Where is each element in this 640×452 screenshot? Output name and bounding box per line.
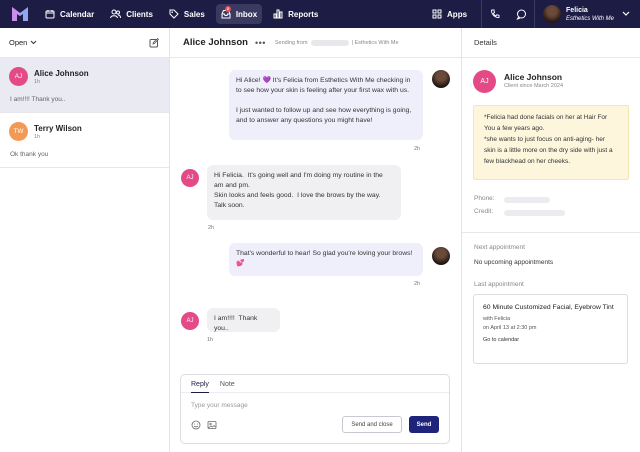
status-filter-label: Open: [9, 38, 28, 47]
message-time: 2h: [414, 281, 421, 287]
message-time: 1h: [207, 337, 214, 343]
nav-clients[interactable]: Clients: [105, 4, 158, 24]
sending-from-label: Sending from: [274, 39, 308, 46]
nav-calendar[interactable]: Calendar: [40, 4, 99, 24]
calendar-icon: [45, 10, 55, 19]
thread-header: Alice Johnson ••• Sending from | Estheti…: [170, 28, 461, 58]
nav-sales[interactable]: Sales: [164, 4, 210, 24]
divider: [462, 232, 640, 233]
more-options-button[interactable]: •••: [255, 38, 266, 48]
status-filter-dropdown[interactable]: Open: [9, 38, 37, 47]
compose-icon[interactable]: [149, 37, 159, 48]
bar-chart-icon: [273, 9, 283, 19]
avatar: [432, 70, 450, 88]
nav-right: Apps Felicia Esthetics With Me: [432, 0, 640, 28]
credit-label: Credit:: [474, 208, 494, 215]
conversation-time: 1h: [34, 79, 41, 85]
last-appointment-card[interactable]: 60 Minute Customized Facial, Eyebrow Tin…: [473, 294, 628, 364]
user-name: Felicia: [566, 6, 588, 14]
tag-icon: [169, 9, 179, 19]
chat-bubble-icon: [515, 9, 526, 20]
client-since: Client since March 2024: [504, 83, 564, 89]
nav-reports-label: Reports: [288, 9, 319, 19]
chat-button[interactable]: [508, 0, 534, 28]
appointment-title: 60 Minute Customized Facial, Eyebrow Tin…: [483, 304, 614, 311]
message-time: 2h: [414, 146, 421, 152]
sending-from-business: | Esthetics With Me: [351, 39, 399, 46]
client-note: *Felicia had done facials on her at Hair…: [473, 105, 629, 180]
conversation-item-alice[interactable]: AJ Alice Johnson 1h I am!!!! Thank you..: [0, 58, 169, 113]
conversation-item-terry[interactable]: TW Terry Wilson 1h Ok thank you: [0, 113, 169, 168]
tab-note[interactable]: Note: [220, 381, 235, 393]
last-appointment-label: Last appointment: [474, 281, 524, 288]
phone-button[interactable]: [482, 0, 508, 28]
sending-from: Sending from | Esthetics With Me: [274, 39, 399, 46]
phone-label: Phone:: [474, 195, 495, 202]
message-bubble-outgoing: That's wonderful to hear! So glad you're…: [229, 243, 423, 276]
conversation-name: Terry Wilson: [34, 124, 82, 133]
credit-value-placeholder: [504, 210, 565, 216]
tab-reply[interactable]: Reply: [191, 381, 209, 393]
conversation-name: Alice Johnson: [34, 69, 89, 78]
smiley-icon: [191, 420, 201, 430]
emoji-button[interactable]: [191, 420, 201, 432]
top-nav: Calendar Clients Sales 2 Inbox Reports A…: [0, 0, 640, 28]
send-button[interactable]: Send: [409, 416, 439, 433]
avatar: [543, 5, 562, 23]
message-time: 2h: [208, 225, 215, 231]
nav-clients-label: Clients: [126, 9, 153, 19]
conversation-list-header: Open: [0, 28, 169, 58]
image-icon: [207, 421, 217, 429]
nav-reports[interactable]: Reports: [268, 4, 323, 24]
message-composer: Reply Note Type your message Send and cl…: [180, 374, 450, 444]
composer-tabs: Reply Note: [181, 375, 449, 393]
phone-icon: [491, 9, 500, 18]
avatar: TW: [9, 122, 28, 141]
message-bubble-outgoing: Hi Alice! 💜 It's Felicia from Esthetics …: [229, 70, 423, 140]
avatar: AJ: [181, 312, 199, 330]
grid-icon: [432, 9, 442, 19]
conversation-preview: Ok thank you: [10, 151, 49, 158]
user-menu[interactable]: Felicia Esthetics With Me: [535, 0, 640, 28]
conversation-preview: I am!!!! Thank you..: [10, 96, 66, 103]
avatar: AJ: [473, 70, 496, 93]
nav-sales-label: Sales: [183, 9, 205, 19]
avatar: [432, 247, 450, 265]
message-input[interactable]: Type your message: [191, 402, 248, 409]
chevron-down-icon: [622, 11, 630, 16]
message-bubble-incoming: I am!!!! Thank you..: [207, 308, 280, 332]
thread-contact-name: Alice Johnson: [183, 37, 248, 48]
users-icon: [110, 9, 122, 19]
appointment-staff: with Felicia: [483, 316, 511, 322]
next-appointment-value: No upcoming appointments: [474, 259, 554, 266]
conversation-list-panel: Open AJ Alice Johnson 1h I am!!!! Thank …: [0, 28, 170, 452]
client-name[interactable]: Alice Johnson: [504, 72, 562, 82]
nav-calendar-label: Calendar: [60, 9, 95, 19]
next-appointment-label: Next appointment: [474, 244, 525, 251]
attach-image-button[interactable]: [207, 420, 217, 432]
sender-number-placeholder: [310, 39, 349, 46]
message-bubble-incoming: Hi Felicia. It's going well and I'm doin…: [207, 165, 401, 220]
message-thread-panel: Alice Johnson ••• Sending from | Estheti…: [170, 28, 461, 452]
apps-button[interactable]: Apps: [432, 9, 481, 19]
details-panel: Details AJ Alice Johnson Client since Ma…: [461, 28, 640, 452]
composer-tools: [191, 420, 223, 432]
nav-inbox-label: Inbox: [235, 9, 258, 19]
nav-inbox[interactable]: 2 Inbox: [215, 4, 263, 24]
user-business: Esthetics With Me: [566, 15, 614, 22]
details-title: Details: [462, 28, 640, 58]
chevron-down-icon: [31, 40, 37, 45]
go-to-calendar-link[interactable]: Go to calendar: [483, 337, 618, 343]
conversation-time: 1h: [34, 134, 41, 140]
avatar: AJ: [9, 67, 28, 86]
apps-label: Apps: [447, 9, 468, 19]
send-and-close-button[interactable]: Send and close: [342, 416, 402, 433]
avatar: AJ: [181, 169, 199, 187]
appointment-date: on April 13 at 2:30 pm: [483, 325, 537, 331]
inbox-badge: 2: [224, 6, 231, 12]
logo-icon[interactable]: [12, 7, 28, 21]
phone-value-placeholder: [504, 197, 550, 203]
